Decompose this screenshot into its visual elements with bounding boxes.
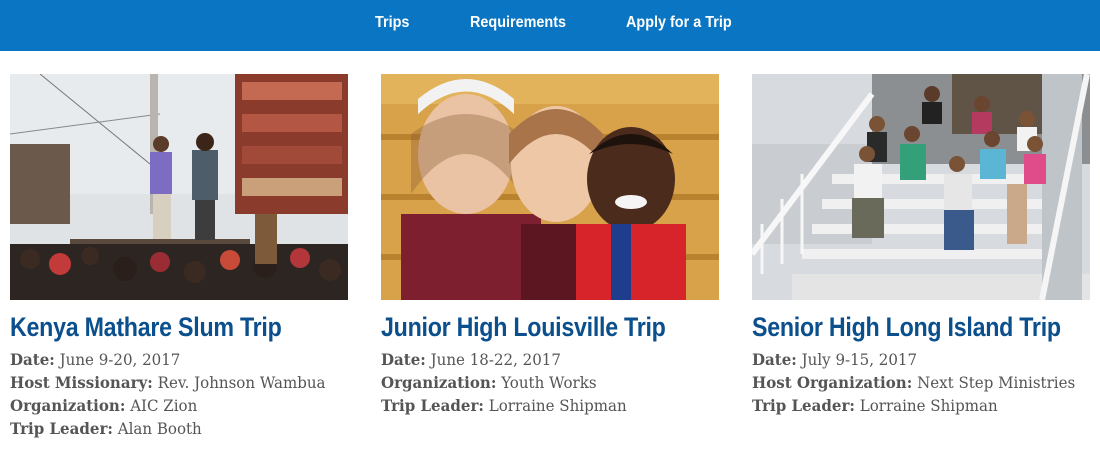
- trip-title[interactable]: Kenya Mathare Slum Trip: [10, 310, 301, 344]
- trip-details: Date: July 9-15, 2017 Host Organization:…: [752, 348, 1090, 417]
- detail-label: Trip Leader:: [752, 396, 855, 415]
- detail-label: Date:: [752, 350, 797, 369]
- trip-detail-organization: Organization: Youth Works: [381, 371, 699, 394]
- top-navigation-bar: Trips Requirements Apply for a Trip: [0, 0, 1100, 51]
- detail-value: June 9-20, 2017: [59, 350, 181, 369]
- detail-value: Lorraine Shipman: [488, 396, 627, 415]
- detail-label: Date:: [381, 350, 426, 369]
- detail-value: Rev. Johnson Wambua: [157, 373, 326, 392]
- trip-card-long-island: Senior High Long Island Trip Date: July …: [752, 74, 1090, 417]
- trip-detail-date: Date: July 9-15, 2017: [752, 348, 1070, 371]
- trip-card-louisville: Junior High Louisville Trip Date: June 1…: [381, 74, 719, 417]
- nav-link-requirements[interactable]: Requirements: [470, 12, 566, 34]
- trip-details: Date: June 9-20, 2017 Host Missionary: R…: [10, 348, 348, 440]
- detail-label: Host Organization:: [752, 373, 913, 392]
- detail-value: Alan Booth: [117, 419, 202, 438]
- detail-label: Organization:: [10, 396, 126, 415]
- trip-photo-louisville[interactable]: [381, 74, 719, 300]
- nav-link-trips[interactable]: Trips: [375, 12, 409, 34]
- trip-detail-trip-leader: Trip Leader: Lorraine Shipman: [752, 394, 1070, 417]
- trip-photo-long-island[interactable]: [752, 74, 1090, 300]
- detail-value: July 9-15, 2017: [801, 350, 918, 369]
- detail-value: Lorraine Shipman: [859, 396, 998, 415]
- detail-label: Trip Leader:: [381, 396, 484, 415]
- trip-details: Date: June 18-22, 2017 Organization: You…: [381, 348, 719, 417]
- trip-detail-date: Date: June 18-22, 2017: [381, 348, 699, 371]
- detail-value: Next Step Ministries: [917, 373, 1076, 392]
- nav-link-apply-for-a-trip[interactable]: Apply for a Trip: [626, 12, 732, 34]
- detail-value: June 18-22, 2017: [430, 350, 561, 369]
- detail-label: Host Missionary:: [10, 373, 153, 392]
- trip-title[interactable]: Senior High Long Island Trip: [752, 310, 1061, 344]
- trip-detail-organization: Organization: AIC Zion: [10, 394, 328, 417]
- detail-label: Organization:: [381, 373, 497, 392]
- trip-detail-host-missionary: Host Missionary: Rev. Johnson Wambua: [10, 371, 328, 394]
- detail-label: Date:: [10, 350, 55, 369]
- detail-value: Youth Works: [501, 373, 597, 392]
- trip-card-kenya: Kenya Mathare Slum Trip Date: June 9-20,…: [10, 74, 348, 440]
- detail-label: Trip Leader:: [10, 419, 113, 438]
- detail-value: AIC Zion: [130, 396, 198, 415]
- trip-detail-date: Date: June 9-20, 2017: [10, 348, 328, 371]
- trip-detail-trip-leader: Trip Leader: Alan Booth: [10, 417, 328, 440]
- trip-detail-host-organization: Host Organization: Next Step Ministries: [752, 371, 1075, 394]
- trip-photo-kenya[interactable]: [10, 74, 348, 300]
- trip-title[interactable]: Junior High Louisville Trip: [381, 310, 672, 344]
- trip-detail-trip-leader: Trip Leader: Lorraine Shipman: [381, 394, 699, 417]
